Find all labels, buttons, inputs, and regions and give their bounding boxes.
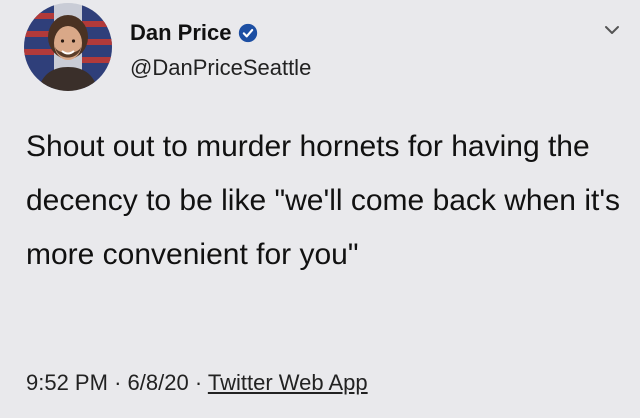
chevron-down-icon[interactable] <box>602 20 622 40</box>
avatar-image <box>24 3 112 91</box>
meta-separator: · <box>114 370 122 395</box>
author-display-name[interactable]: Dan Price <box>130 16 232 50</box>
source-app-link[interactable]: Twitter Web App <box>208 370 368 395</box>
tweet-meta: 9:52 PM · 6/8/20 · Twitter Web App <box>26 368 368 398</box>
avatar[interactable] <box>24 3 112 91</box>
tweet-date[interactable]: 6/8/20 <box>128 370 189 395</box>
author-handle[interactable]: @DanPriceSeattle <box>130 54 311 82</box>
verified-badge-icon <box>238 23 258 43</box>
author-name-row: Dan Price <box>130 16 258 50</box>
tweet-text: Shout out to murder hornets for having t… <box>26 130 621 271</box>
tweet-time[interactable]: 9:52 PM <box>26 370 108 395</box>
meta-separator: · <box>194 370 203 395</box>
